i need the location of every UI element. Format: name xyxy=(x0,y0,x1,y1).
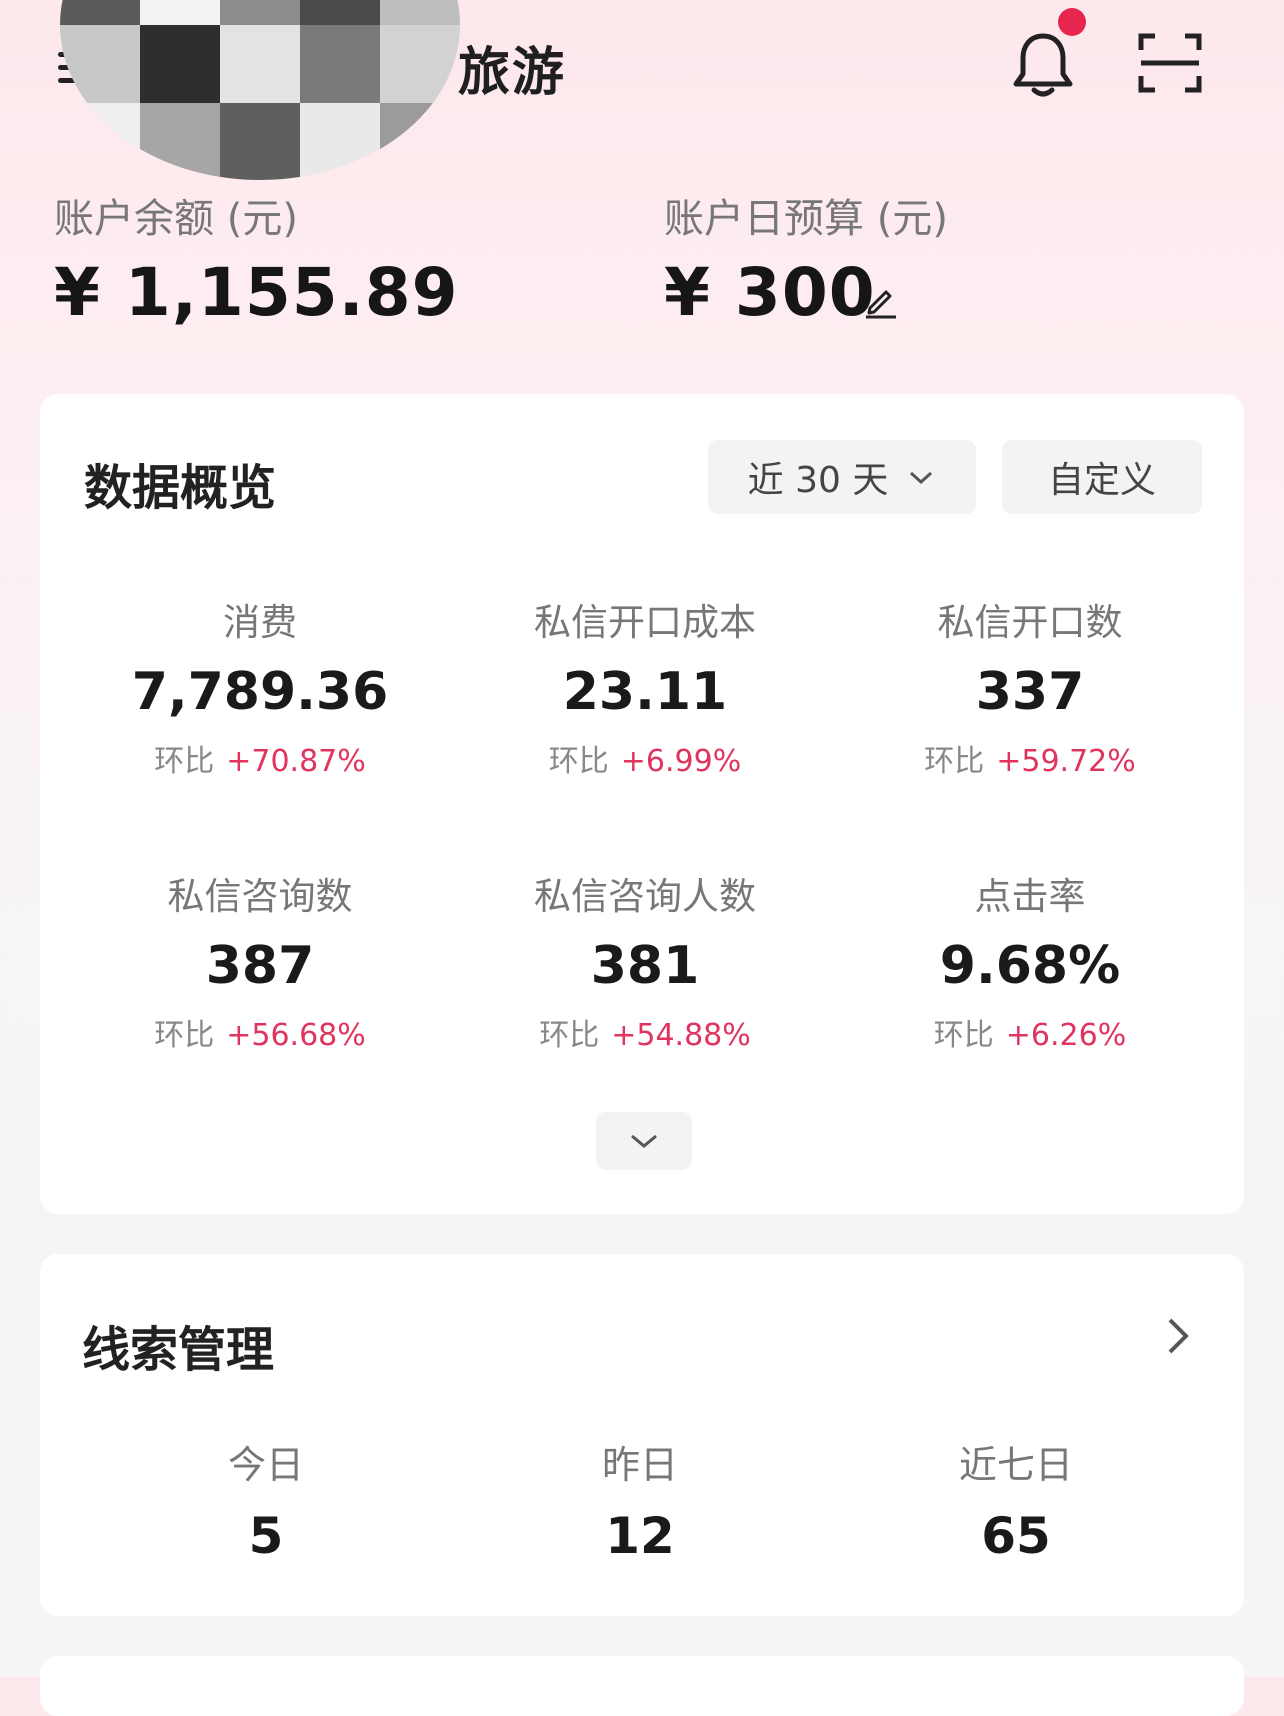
metric-ctr: 点击率 9.68% 环比 +6.26% xyxy=(835,866,1225,1054)
lead-last-7-days: 近七日 65 xyxy=(826,1434,1206,1565)
lead-label: 昨日 xyxy=(601,1443,678,1487)
balance-value: ¥ 1,155.89 xyxy=(54,254,459,331)
chevron-right-icon[interactable] xyxy=(1160,1314,1196,1358)
notification-dot xyxy=(1058,8,1086,36)
metric-value: 9.68% xyxy=(939,936,1121,996)
lead-today: 今日 5 xyxy=(76,1434,456,1565)
metric-label: 消费 xyxy=(223,601,297,644)
expand-button[interactable] xyxy=(596,1112,692,1170)
metric-change: 环比 +6.99% xyxy=(548,744,742,779)
account-name: 旅游 xyxy=(458,43,567,103)
metric-label: 私信开口数 xyxy=(937,601,1123,644)
lead-value: 12 xyxy=(605,1507,675,1565)
metric-spend: 消费 7,789.36 环比 +70.87% xyxy=(65,592,455,780)
daily-budget-value: ¥ 300 xyxy=(664,254,876,331)
metric-dm-inquiry-users: 私信咨询人数 381 环比 +54.88% xyxy=(450,866,840,1054)
metric-change: 环比 +56.68% xyxy=(154,1018,366,1053)
leads-title: 线索管理 xyxy=(82,1322,275,1378)
metric-change: 环比 +59.72% xyxy=(924,744,1136,779)
lead-value: 5 xyxy=(248,1507,284,1565)
metric-dm-open-cost: 私信开口成本 23.11 环比 +6.99% xyxy=(450,592,840,780)
metric-value: 337 xyxy=(975,662,1085,722)
chevron-down-icon xyxy=(631,1134,657,1148)
metric-label: 点击率 xyxy=(974,875,1086,918)
metric-value: 7,789.36 xyxy=(131,662,389,722)
date-range-label: 近 30 天 xyxy=(747,460,889,501)
metric-change: 环比 +6.26% xyxy=(933,1018,1127,1053)
metric-value: 23.11 xyxy=(562,662,728,722)
bell-icon[interactable] xyxy=(1010,30,1076,100)
overview-title: 数据概览 xyxy=(84,460,277,516)
lead-value: 65 xyxy=(981,1507,1051,1565)
metric-label: 私信咨询人数 xyxy=(534,875,756,918)
lead-yesterday: 昨日 12 xyxy=(450,1434,830,1565)
lead-label: 今日 xyxy=(227,1443,304,1487)
metric-label: 私信开口成本 xyxy=(534,601,756,644)
avatar xyxy=(60,0,460,180)
edit-icon[interactable] xyxy=(862,284,898,320)
balance-label: 账户余额 (元) xyxy=(54,196,298,242)
metric-change: 环比 +54.88% xyxy=(539,1018,751,1053)
metric-change: 环比 +70.87% xyxy=(154,744,366,779)
next-card xyxy=(40,1656,1244,1716)
scan-icon[interactable] xyxy=(1137,32,1203,94)
lead-label: 近七日 xyxy=(958,1443,1073,1487)
metric-label: 私信咨询数 xyxy=(167,875,353,918)
metric-value: 387 xyxy=(205,936,315,996)
chevron-down-icon xyxy=(910,471,933,485)
custom-range-button[interactable]: 自定义 xyxy=(1002,440,1202,514)
date-range-dropdown[interactable]: 近 30 天 xyxy=(708,440,976,514)
metric-value: 381 xyxy=(590,936,700,996)
metric-dm-inquiries: 私信咨询数 387 环比 +56.68% xyxy=(65,866,455,1054)
daily-budget-label: 账户日预算 (元) xyxy=(664,196,948,242)
metric-dm-open-count: 私信开口数 337 环比 +59.72% xyxy=(835,592,1225,780)
